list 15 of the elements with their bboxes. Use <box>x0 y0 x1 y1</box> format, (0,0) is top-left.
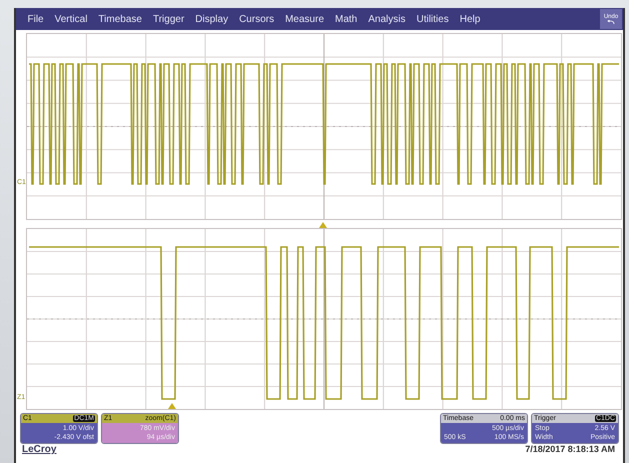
trigger-marker-icon <box>168 403 176 409</box>
menu-item[interactable]: Vertical <box>49 14 93 24</box>
menu-item[interactable]: Measure <box>280 14 330 24</box>
menu-item[interactable]: Math <box>330 14 363 24</box>
menu-item[interactable]: Trigger <box>147 14 190 24</box>
menu-item[interactable]: Timebase <box>92 14 148 24</box>
brand-logo: LeCroy <box>22 444 56 455</box>
menu-item[interactable]: Display <box>190 14 234 24</box>
undo-icon <box>607 20 615 24</box>
menu-item[interactable]: Cursors <box>234 14 280 24</box>
menu-item[interactable]: Help <box>454 14 486 24</box>
menu-item[interactable]: Analysis <box>362 14 411 24</box>
menu-item[interactable]: File <box>22 14 50 24</box>
timestamp: 7/18/2017 8:18:13 AM <box>525 444 615 455</box>
menu-item[interactable]: Utilities <box>410 14 454 24</box>
